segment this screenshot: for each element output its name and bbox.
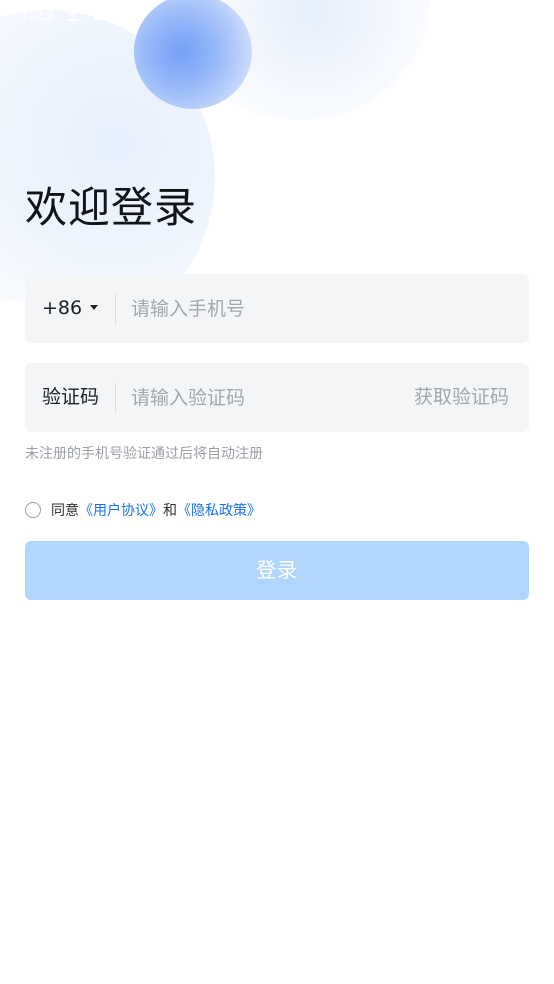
download-icon bbox=[67, 7, 79, 21]
status-time: 3:23 bbox=[18, 5, 54, 24]
privacy-policy-link[interactable]: 《隐私政策》 bbox=[177, 503, 261, 519]
code-input[interactable] bbox=[131, 363, 391, 432]
field-divider bbox=[115, 383, 116, 413]
code-field: 验证码 获取验证码 bbox=[25, 363, 529, 432]
phone-input[interactable] bbox=[131, 274, 391, 343]
get-code-button[interactable]: 获取验证码 bbox=[414, 363, 509, 432]
agreement-checkbox[interactable] bbox=[25, 502, 41, 518]
login-button[interactable]: 登录 bbox=[25, 541, 529, 600]
decor-circle-large bbox=[0, 10, 215, 300]
country-code-selector[interactable]: +86 bbox=[42, 274, 82, 343]
agreement-conjunction: 和 bbox=[163, 503, 177, 519]
auto-register-hint: 未注册的手机号验证通过后将自动注册 bbox=[25, 446, 263, 462]
agreement-prefix: 同意 bbox=[51, 503, 79, 519]
status-bar: 3:23 bbox=[0, 0, 554, 30]
background-decoration bbox=[0, 0, 554, 300]
code-label: 验证码 bbox=[42, 386, 100, 408]
notification-icon bbox=[94, 8, 106, 20]
field-divider bbox=[115, 294, 116, 324]
agreement-text: 同意《用户协议》和《隐私政策》 bbox=[51, 502, 261, 520]
page-title: 欢迎登录 bbox=[25, 183, 198, 232]
caret-down-icon[interactable] bbox=[90, 305, 98, 310]
user-agreement-link[interactable]: 《用户协议》 bbox=[79, 503, 163, 519]
phone-field: +86 bbox=[25, 274, 529, 343]
